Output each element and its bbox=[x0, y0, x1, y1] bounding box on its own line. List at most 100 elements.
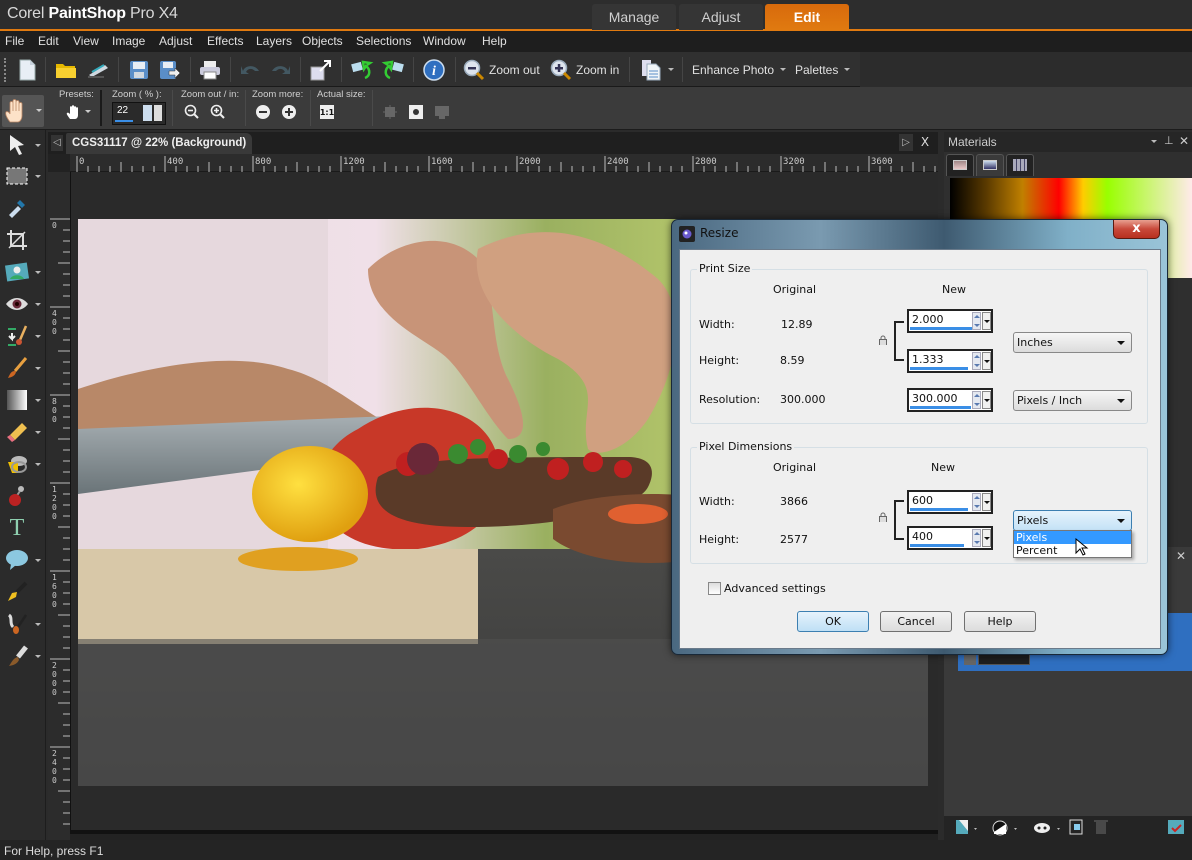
menu-file[interactable]: File bbox=[5, 34, 24, 48]
print-height-spinner[interactable] bbox=[972, 352, 981, 370]
zoom-spin-button[interactable] bbox=[143, 105, 152, 121]
print-width-spinner[interactable] bbox=[972, 312, 981, 330]
pixel-height-dropdown[interactable] bbox=[982, 529, 991, 547]
flood-fill-tool[interactable] bbox=[5, 452, 29, 476]
pixel-width-slider-bar[interactable] bbox=[910, 508, 968, 511]
swatches-tab[interactable] bbox=[1006, 154, 1034, 176]
save-button[interactable] bbox=[126, 56, 152, 83]
toolbar-grip[interactable] bbox=[4, 58, 7, 82]
selection-tool[interactable] bbox=[5, 164, 29, 188]
print-width-slider-bar[interactable] bbox=[910, 327, 972, 330]
option-pixels[interactable]: Pixels bbox=[1014, 531, 1131, 544]
menu-image[interactable]: Image bbox=[112, 34, 145, 48]
menu-effects[interactable]: Effects bbox=[207, 34, 243, 48]
print-height-input[interactable]: 1.333 bbox=[907, 349, 993, 373]
enhance-photo-menu[interactable]: Enhance Photo bbox=[692, 56, 790, 83]
fit-image-button[interactable] bbox=[408, 104, 424, 120]
scan-button[interactable] bbox=[85, 56, 111, 83]
lock-icon[interactable] bbox=[879, 335, 887, 345]
zoom-more-out-button[interactable] bbox=[255, 104, 271, 120]
shape-tool[interactable] bbox=[5, 548, 29, 572]
lock-icon[interactable] bbox=[879, 512, 887, 522]
dialog-close-button[interactable]: x bbox=[1113, 220, 1160, 239]
chevron-down-icon[interactable] bbox=[35, 175, 41, 178]
option-percent[interactable]: Percent bbox=[1014, 544, 1131, 557]
tab-manage[interactable]: Manage bbox=[592, 4, 676, 30]
print-height-dropdown[interactable] bbox=[982, 352, 991, 370]
chevron-down-icon[interactable] bbox=[35, 271, 41, 274]
chevron-down-icon[interactable] bbox=[35, 144, 41, 147]
new-file-button[interactable] bbox=[15, 56, 39, 83]
rotate-left-button[interactable] bbox=[349, 56, 375, 83]
menu-help[interactable]: Help bbox=[482, 34, 507, 48]
menu-view[interactable]: View bbox=[73, 34, 99, 48]
text-tool[interactable]: T bbox=[5, 515, 29, 541]
palettes-menu[interactable]: Palettes bbox=[795, 56, 855, 83]
menu-adjust[interactable]: Adjust bbox=[159, 34, 192, 48]
presets-dropdown[interactable] bbox=[66, 104, 92, 122]
undo-button[interactable] bbox=[237, 56, 263, 83]
art-eraser-tool[interactable] bbox=[5, 644, 29, 668]
pixel-height-slider-bar[interactable] bbox=[910, 544, 964, 547]
pixel-height-spinner[interactable] bbox=[972, 529, 981, 547]
chevron-down-icon[interactable] bbox=[35, 431, 41, 434]
resolution-dropdown[interactable] bbox=[982, 391, 991, 409]
chevron-down-icon[interactable] bbox=[35, 367, 41, 370]
photo-fix-tool[interactable] bbox=[5, 260, 29, 284]
pixel-units-select[interactable]: Pixels bbox=[1013, 510, 1132, 531]
save-as-button[interactable] bbox=[157, 56, 183, 83]
print-button[interactable] bbox=[197, 56, 223, 83]
print-width-input[interactable]: 2.000 bbox=[907, 309, 993, 333]
print-height-slider-bar[interactable] bbox=[910, 367, 968, 370]
zoom-out-button[interactable]: Zoom out bbox=[463, 56, 543, 83]
fit-window-button[interactable] bbox=[382, 104, 398, 120]
print-units-select[interactable]: Inches bbox=[1013, 332, 1132, 353]
scroll-tabs-left-button[interactable]: ◁ bbox=[51, 135, 63, 151]
cancel-button[interactable]: Cancel bbox=[880, 611, 952, 632]
open-button[interactable] bbox=[53, 56, 79, 83]
gradient-fill-tool[interactable] bbox=[5, 388, 29, 412]
art-media-tool[interactable] bbox=[5, 612, 29, 636]
paint-brush-tool[interactable] bbox=[5, 356, 29, 380]
pixel-height-input[interactable]: 400 bbox=[907, 526, 993, 550]
chevron-down-icon[interactable] bbox=[35, 623, 41, 626]
pick-tool[interactable] bbox=[5, 133, 29, 157]
rotate-right-button[interactable] bbox=[380, 56, 406, 83]
chevron-down-icon[interactable] bbox=[35, 655, 41, 658]
dropper-tool[interactable] bbox=[5, 196, 29, 220]
redo-button[interactable] bbox=[268, 56, 294, 83]
close-layers-button[interactable]: ✕ bbox=[1176, 549, 1186, 563]
zoom-more-in-button[interactable] bbox=[281, 104, 297, 120]
resolution-spinner[interactable] bbox=[972, 391, 981, 409]
chevron-down-icon[interactable] bbox=[35, 399, 41, 402]
zoom-dropdown-button[interactable] bbox=[154, 105, 162, 121]
resolution-slider-bar[interactable] bbox=[910, 406, 971, 409]
pixel-width-input[interactable]: 600 bbox=[907, 490, 993, 514]
eraser-tool[interactable] bbox=[5, 420, 29, 444]
zoom-in-button[interactable]: Zoom in bbox=[550, 56, 625, 83]
active-tool-pan[interactable] bbox=[2, 95, 44, 127]
menu-edit[interactable]: Edit bbox=[38, 34, 59, 48]
zoom-in-small-button[interactable] bbox=[210, 104, 226, 120]
close-document-button[interactable]: X bbox=[917, 134, 933, 151]
close-palette-button[interactable]: ✕ bbox=[1179, 134, 1189, 148]
clone-brush-tool[interactable] bbox=[5, 484, 29, 508]
advanced-settings-checkbox[interactable] bbox=[708, 582, 721, 595]
rainbow-tab[interactable] bbox=[976, 154, 1004, 176]
menu-objects[interactable]: Objects bbox=[302, 34, 343, 48]
help-button[interactable]: Help bbox=[964, 611, 1036, 632]
chevron-down-icon[interactable] bbox=[35, 303, 41, 306]
image-info-button[interactable]: i bbox=[421, 56, 447, 83]
tab-edit[interactable]: Edit bbox=[765, 4, 849, 30]
red-eye-tool[interactable] bbox=[5, 292, 29, 316]
print-width-dropdown[interactable] bbox=[982, 312, 991, 330]
pin-icon[interactable]: ⊥ bbox=[1164, 134, 1174, 147]
fit-screen-button[interactable] bbox=[434, 104, 450, 120]
actual-size-button[interactable]: 1:1 bbox=[320, 105, 334, 119]
pixel-width-dropdown[interactable] bbox=[982, 493, 991, 511]
crop-tool[interactable] bbox=[5, 228, 29, 252]
resolution-units-select[interactable]: Pixels / Inch bbox=[1013, 390, 1132, 411]
menu-selections[interactable]: Selections bbox=[356, 34, 411, 48]
menu-window[interactable]: Window bbox=[423, 34, 466, 48]
advanced-settings-label[interactable]: Advanced settings bbox=[724, 582, 826, 595]
